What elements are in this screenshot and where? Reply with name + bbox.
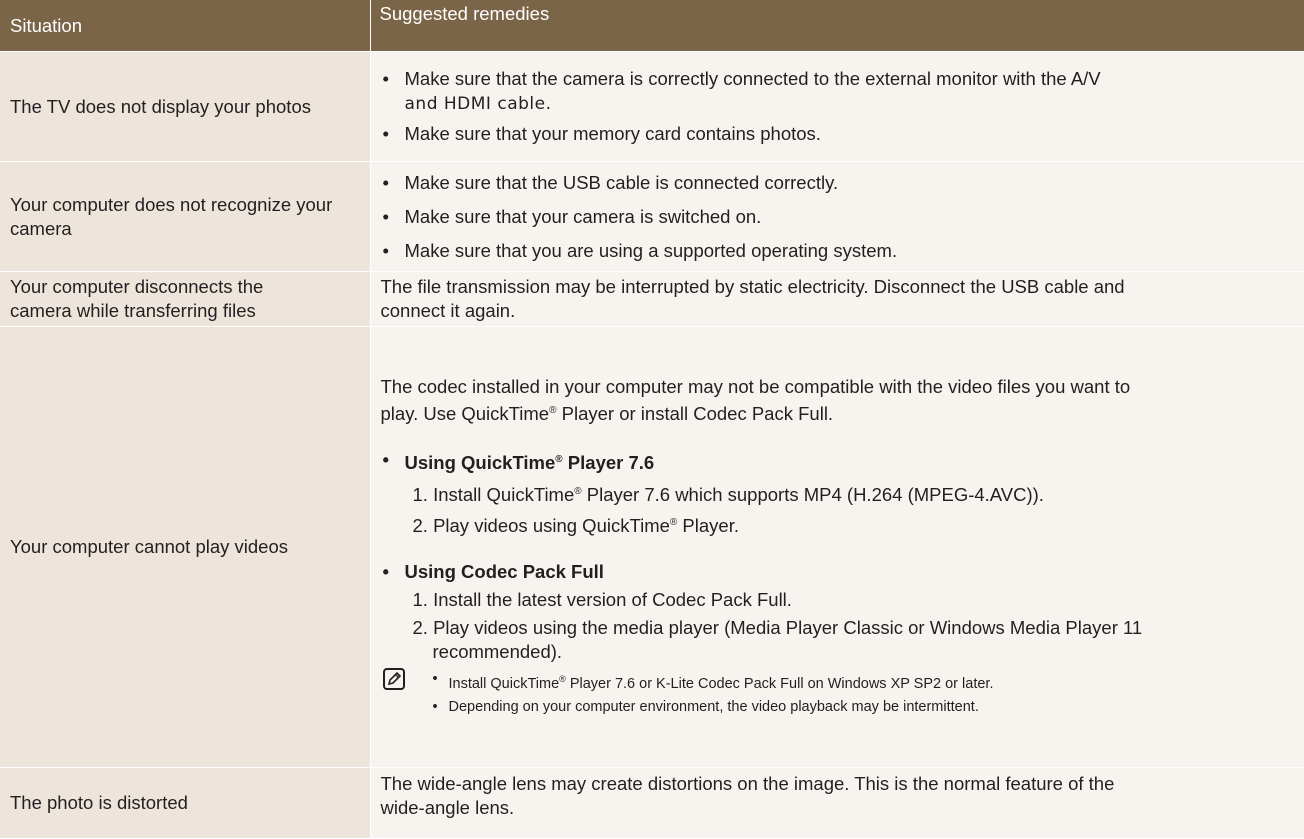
remedy-text: play. Use QuickTime [380,403,550,425]
table-row: Your computer disconnects the camera whi… [0,271,1304,327]
step-text: 1. Install QuickTime [412,483,575,505]
codec-step-2: 2. Play videos using the media player (M… [381,616,1293,664]
note-pencil-icon [382,667,405,690]
quicktime-heading: Using QuickTime® Player 7.6 [381,448,1293,475]
remedy-item: Make sure that your camera is switched o… [381,205,1293,229]
step-text: recommended). [432,640,563,662]
remedy-text: Make sure that the camera is correctly c… [404,68,1101,89]
situation-cell: Your computer does not recognize your ca… [0,161,370,272]
codec-step-1: 1. Install the latest version of Codec P… [412,588,792,610]
remedy-cell: Make sure that the camera is correctly c… [369,51,1304,162]
remedy-text: The wide-angle lens may create distortio… [380,773,1115,794]
step-text: 2. Play videos using the media player (M… [412,616,1143,638]
situation-cell: Your computer disconnects the camera whi… [0,271,370,327]
header-situation: Situation [0,0,370,52]
remedy-cell: The wide-angle lens may create distortio… [369,767,1304,839]
troubleshooting-table: Situation Suggested remedies The TV does… [0,0,1304,839]
note-item: Depending on your computer environment, … [429,696,1293,719]
remedy-item: Make sure that the camera is correctly c… [381,67,1293,116]
remedy-item: Make sure that you are using a supported… [381,239,1293,263]
heading-text: Player 7.6 [562,452,655,474]
registered-mark: ® [555,454,563,466]
note-text: Player 7.6 or K-Lite Codec Pack Full on … [565,675,994,692]
heading-text: Using QuickTime [404,452,556,474]
remedy-text: Player or install Codec Pack Full. [556,403,834,425]
table-row: Your computer does not recognize your ca… [0,161,1304,272]
note-item: Install QuickTime® Player 7.6 or K-Lite … [429,668,1293,696]
situation-cell: The TV does not display your photos [0,51,370,162]
table-header-row: Situation Suggested remedies [0,0,1304,52]
situation-cell: The photo is distorted [0,767,370,839]
remedy-cell: The codec installed in your computer may… [369,326,1304,768]
situation-cell: Your computer cannot play videos [0,326,370,768]
remedy-cell: Make sure that the USB cable is connecte… [369,161,1304,272]
registered-mark: ® [559,673,566,684]
remedy-text: The codec installed in your computer may… [380,376,1131,398]
remedy-text: wide-angle lens. [380,797,515,818]
table-row: The photo is distorted The wide-angle le… [0,767,1304,839]
remedy-text: and HDMI cable. [404,94,552,114]
remedy-text: connect it again. [380,300,516,321]
quicktime-step-1: 1. Install QuickTime® Player 7.6 which s… [381,480,1293,507]
situation-text: Your computer disconnects the [10,276,264,297]
remedy-intro: The codec installed in your computer may… [381,375,1293,426]
step-text: Player. [677,514,739,536]
step-text: Player 7.6 which supports MP4 (H.264 (MP… [581,483,1044,505]
situation-text: camera while transferring files [10,300,256,321]
table-row: The TV does not display your photos Make… [0,51,1304,162]
remedy-text: The file transmission may be interrupted… [380,276,1125,297]
remedy-cell: The file transmission may be interrupted… [369,271,1304,327]
registered-mark: ® [574,485,582,497]
note-text: Install QuickTime [448,675,560,692]
header-suggested-remedies: Suggested remedies [369,0,1304,52]
step-text: 2. Play videos using QuickTime [412,514,670,536]
codec-pack-heading: Using Codec Pack Full [381,560,1293,584]
table-row: Your computer cannot play videos The cod… [0,326,1304,768]
quicktime-step-2: 2. Play videos using QuickTime® Player. [381,511,1293,538]
remedy-item: Make sure that the USB cable is connecte… [381,171,1293,195]
note-box: Install QuickTime® Player 7.6 or K-Lite … [381,667,1293,719]
remedy-item: Make sure that your memory card contains… [381,122,1293,146]
